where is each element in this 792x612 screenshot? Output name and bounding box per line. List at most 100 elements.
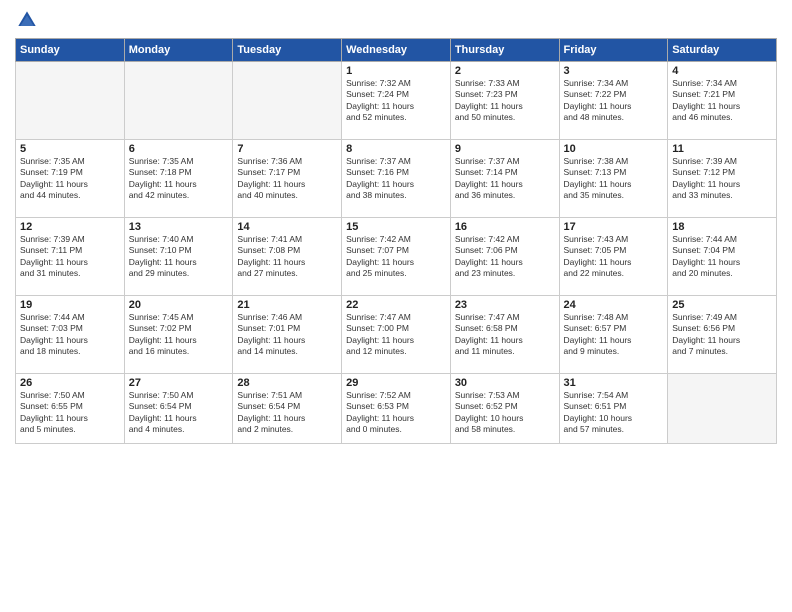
page-header: [15, 10, 777, 30]
calendar-cell: 17Sunrise: 7:43 AM Sunset: 7:05 PM Dayli…: [559, 218, 668, 296]
day-number: 26: [20, 377, 120, 389]
calendar-cell: 22Sunrise: 7:47 AM Sunset: 7:00 PM Dayli…: [342, 296, 451, 374]
calendar-cell: 25Sunrise: 7:49 AM Sunset: 6:56 PM Dayli…: [668, 296, 777, 374]
calendar-cell: [233, 62, 342, 140]
day-number: 13: [129, 221, 229, 233]
day-number: 10: [564, 143, 664, 155]
calendar-cell: 19Sunrise: 7:44 AM Sunset: 7:03 PM Dayli…: [16, 296, 125, 374]
calendar-week-row: 5Sunrise: 7:35 AM Sunset: 7:19 PM Daylig…: [16, 140, 777, 218]
calendar-cell: 27Sunrise: 7:50 AM Sunset: 6:54 PM Dayli…: [124, 374, 233, 444]
calendar-cell: 21Sunrise: 7:46 AM Sunset: 7:01 PM Dayli…: [233, 296, 342, 374]
day-number: 28: [237, 377, 337, 389]
day-number: 5: [20, 143, 120, 155]
calendar-cell: 12Sunrise: 7:39 AM Sunset: 7:11 PM Dayli…: [16, 218, 125, 296]
day-number: 24: [564, 299, 664, 311]
calendar-cell: 3Sunrise: 7:34 AM Sunset: 7:22 PM Daylig…: [559, 62, 668, 140]
calendar-cell: 6Sunrise: 7:35 AM Sunset: 7:18 PM Daylig…: [124, 140, 233, 218]
calendar-cell: 10Sunrise: 7:38 AM Sunset: 7:13 PM Dayli…: [559, 140, 668, 218]
day-info: Sunrise: 7:42 AM Sunset: 7:06 PM Dayligh…: [455, 234, 555, 280]
day-number: 2: [455, 65, 555, 77]
day-number: 31: [564, 377, 664, 389]
calendar-week-row: 1Sunrise: 7:32 AM Sunset: 7:24 PM Daylig…: [16, 62, 777, 140]
day-number: 18: [672, 221, 772, 233]
calendar-cell: 8Sunrise: 7:37 AM Sunset: 7:16 PM Daylig…: [342, 140, 451, 218]
day-info: Sunrise: 7:39 AM Sunset: 7:11 PM Dayligh…: [20, 234, 120, 280]
day-info: Sunrise: 7:34 AM Sunset: 7:22 PM Dayligh…: [564, 78, 664, 124]
col-header-friday: Friday: [559, 39, 668, 62]
logo-icon: [17, 10, 37, 30]
day-info: Sunrise: 7:36 AM Sunset: 7:17 PM Dayligh…: [237, 156, 337, 202]
day-info: Sunrise: 7:52 AM Sunset: 6:53 PM Dayligh…: [346, 390, 446, 436]
calendar-week-row: 26Sunrise: 7:50 AM Sunset: 6:55 PM Dayli…: [16, 374, 777, 444]
day-number: 6: [129, 143, 229, 155]
calendar-week-row: 12Sunrise: 7:39 AM Sunset: 7:11 PM Dayli…: [16, 218, 777, 296]
calendar-cell: 24Sunrise: 7:48 AM Sunset: 6:57 PM Dayli…: [559, 296, 668, 374]
calendar-header-row: SundayMondayTuesdayWednesdayThursdayFrid…: [16, 39, 777, 62]
calendar-cell: [16, 62, 125, 140]
day-info: Sunrise: 7:45 AM Sunset: 7:02 PM Dayligh…: [129, 312, 229, 358]
day-info: Sunrise: 7:48 AM Sunset: 6:57 PM Dayligh…: [564, 312, 664, 358]
day-info: Sunrise: 7:37 AM Sunset: 7:16 PM Dayligh…: [346, 156, 446, 202]
calendar-cell: 14Sunrise: 7:41 AM Sunset: 7:08 PM Dayli…: [233, 218, 342, 296]
day-number: 8: [346, 143, 446, 155]
day-number: 1: [346, 65, 446, 77]
calendar-cell: 13Sunrise: 7:40 AM Sunset: 7:10 PM Dayli…: [124, 218, 233, 296]
day-number: 29: [346, 377, 446, 389]
col-header-tuesday: Tuesday: [233, 39, 342, 62]
col-header-saturday: Saturday: [668, 39, 777, 62]
col-header-sunday: Sunday: [16, 39, 125, 62]
day-info: Sunrise: 7:35 AM Sunset: 7:19 PM Dayligh…: [20, 156, 120, 202]
day-info: Sunrise: 7:32 AM Sunset: 7:24 PM Dayligh…: [346, 78, 446, 124]
day-number: 20: [129, 299, 229, 311]
day-number: 9: [455, 143, 555, 155]
day-info: Sunrise: 7:44 AM Sunset: 7:03 PM Dayligh…: [20, 312, 120, 358]
calendar-cell: 30Sunrise: 7:53 AM Sunset: 6:52 PM Dayli…: [450, 374, 559, 444]
day-info: Sunrise: 7:34 AM Sunset: 7:21 PM Dayligh…: [672, 78, 772, 124]
day-number: 7: [237, 143, 337, 155]
day-number: 16: [455, 221, 555, 233]
day-number: 19: [20, 299, 120, 311]
calendar-cell: [124, 62, 233, 140]
page-container: SundayMondayTuesdayWednesdayThursdayFrid…: [0, 0, 792, 612]
calendar-week-row: 19Sunrise: 7:44 AM Sunset: 7:03 PM Dayli…: [16, 296, 777, 374]
day-info: Sunrise: 7:53 AM Sunset: 6:52 PM Dayligh…: [455, 390, 555, 436]
calendar-cell: 2Sunrise: 7:33 AM Sunset: 7:23 PM Daylig…: [450, 62, 559, 140]
day-info: Sunrise: 7:44 AM Sunset: 7:04 PM Dayligh…: [672, 234, 772, 280]
calendar-cell: 26Sunrise: 7:50 AM Sunset: 6:55 PM Dayli…: [16, 374, 125, 444]
col-header-wednesday: Wednesday: [342, 39, 451, 62]
day-info: Sunrise: 7:40 AM Sunset: 7:10 PM Dayligh…: [129, 234, 229, 280]
day-info: Sunrise: 7:35 AM Sunset: 7:18 PM Dayligh…: [129, 156, 229, 202]
day-number: 22: [346, 299, 446, 311]
day-info: Sunrise: 7:47 AM Sunset: 7:00 PM Dayligh…: [346, 312, 446, 358]
calendar-cell: 28Sunrise: 7:51 AM Sunset: 6:54 PM Dayli…: [233, 374, 342, 444]
calendar-cell: 18Sunrise: 7:44 AM Sunset: 7:04 PM Dayli…: [668, 218, 777, 296]
calendar-table: SundayMondayTuesdayWednesdayThursdayFrid…: [15, 38, 777, 444]
calendar-cell: 11Sunrise: 7:39 AM Sunset: 7:12 PM Dayli…: [668, 140, 777, 218]
calendar-cell: 31Sunrise: 7:54 AM Sunset: 6:51 PM Dayli…: [559, 374, 668, 444]
calendar-cell: 16Sunrise: 7:42 AM Sunset: 7:06 PM Dayli…: [450, 218, 559, 296]
day-info: Sunrise: 7:46 AM Sunset: 7:01 PM Dayligh…: [237, 312, 337, 358]
calendar-cell: [668, 374, 777, 444]
day-number: 11: [672, 143, 772, 155]
day-info: Sunrise: 7:50 AM Sunset: 6:55 PM Dayligh…: [20, 390, 120, 436]
day-number: 4: [672, 65, 772, 77]
day-number: 27: [129, 377, 229, 389]
day-info: Sunrise: 7:39 AM Sunset: 7:12 PM Dayligh…: [672, 156, 772, 202]
day-info: Sunrise: 7:33 AM Sunset: 7:23 PM Dayligh…: [455, 78, 555, 124]
day-info: Sunrise: 7:41 AM Sunset: 7:08 PM Dayligh…: [237, 234, 337, 280]
day-info: Sunrise: 7:43 AM Sunset: 7:05 PM Dayligh…: [564, 234, 664, 280]
day-number: 23: [455, 299, 555, 311]
day-info: Sunrise: 7:50 AM Sunset: 6:54 PM Dayligh…: [129, 390, 229, 436]
day-info: Sunrise: 7:54 AM Sunset: 6:51 PM Dayligh…: [564, 390, 664, 436]
day-info: Sunrise: 7:51 AM Sunset: 6:54 PM Dayligh…: [237, 390, 337, 436]
day-number: 17: [564, 221, 664, 233]
calendar-cell: 7Sunrise: 7:36 AM Sunset: 7:17 PM Daylig…: [233, 140, 342, 218]
calendar-cell: 9Sunrise: 7:37 AM Sunset: 7:14 PM Daylig…: [450, 140, 559, 218]
day-number: 25: [672, 299, 772, 311]
day-info: Sunrise: 7:42 AM Sunset: 7:07 PM Dayligh…: [346, 234, 446, 280]
calendar-cell: 20Sunrise: 7:45 AM Sunset: 7:02 PM Dayli…: [124, 296, 233, 374]
day-number: 21: [237, 299, 337, 311]
calendar-cell: 4Sunrise: 7:34 AM Sunset: 7:21 PM Daylig…: [668, 62, 777, 140]
day-number: 14: [237, 221, 337, 233]
day-info: Sunrise: 7:37 AM Sunset: 7:14 PM Dayligh…: [455, 156, 555, 202]
